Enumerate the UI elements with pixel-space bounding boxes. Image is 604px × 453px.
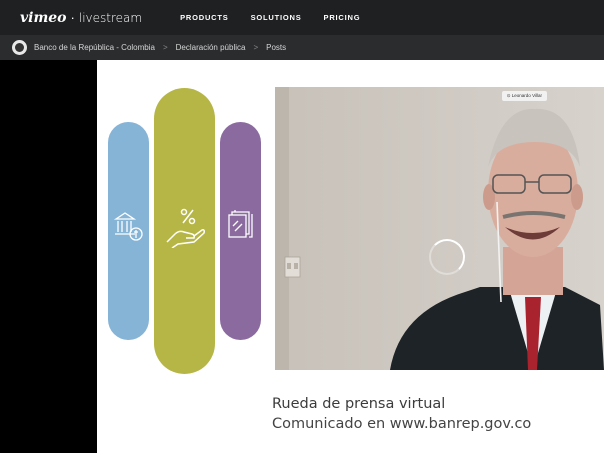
blue-pill-graphic <box>108 122 149 340</box>
vimeo-livestream-logo[interactable]: vimeo · livestream <box>20 10 142 26</box>
account-avatar[interactable] <box>12 40 27 55</box>
breadcrumb: Banco de la República - Colombia > Decla… <box>0 35 604 60</box>
loading-spinner-icon <box>429 239 465 275</box>
nav-solutions[interactable]: SOLUTIONS <box>251 13 302 22</box>
speaker-video-feed[interactable]: ⊙ Leonardo Villar <box>275 87 604 370</box>
caption-title: Rueda de prensa virtual <box>272 396 446 412</box>
breadcrumb-event[interactable]: Declaración pública <box>176 43 246 52</box>
bank-icon <box>114 212 143 241</box>
brand-separator: · <box>70 9 75 25</box>
nav-products[interactable]: PRODUCTS <box>180 13 229 22</box>
livestream-wordmark: livestream <box>78 10 143 25</box>
main-nav: PRODUCTS SOLUTIONS PRICING <box>180 13 382 22</box>
purple-pill-graphic <box>220 122 261 340</box>
chevron-right-icon: > <box>253 43 259 52</box>
slide-caption: Rueda de prensa virtual Comunicado en ww… <box>272 394 531 434</box>
participant-name: Leonardo Villar <box>511 93 542 98</box>
green-pill-graphic <box>154 88 215 374</box>
vimeo-wordmark: vimeo <box>20 9 67 26</box>
hand-percent-icon <box>166 208 205 248</box>
caption-subtitle: Comunicado en www.banrep.gov.co <box>272 416 532 432</box>
breadcrumb-posts[interactable]: Posts <box>266 43 286 52</box>
speaker-image <box>275 87 604 370</box>
nav-pricing[interactable]: PRICING <box>324 13 361 22</box>
documents-icon <box>228 210 253 238</box>
video-player[interactable]: ⊙ Leonardo Villar Rueda de prensa virtua… <box>0 60 604 453</box>
participant-name-badge: ⊙ Leonardo Villar <box>501 91 547 101</box>
breadcrumb-account[interactable]: Banco de la República - Colombia <box>34 43 155 52</box>
broadcast-slide: ⊙ Leonardo Villar Rueda de prensa virtua… <box>97 60 604 453</box>
microphone-icon: ⊙ <box>506 93 511 98</box>
chevron-right-icon: > <box>162 43 168 52</box>
top-navigation-bar: vimeo · livestream PRODUCTS SOLUTIONS PR… <box>0 0 604 35</box>
